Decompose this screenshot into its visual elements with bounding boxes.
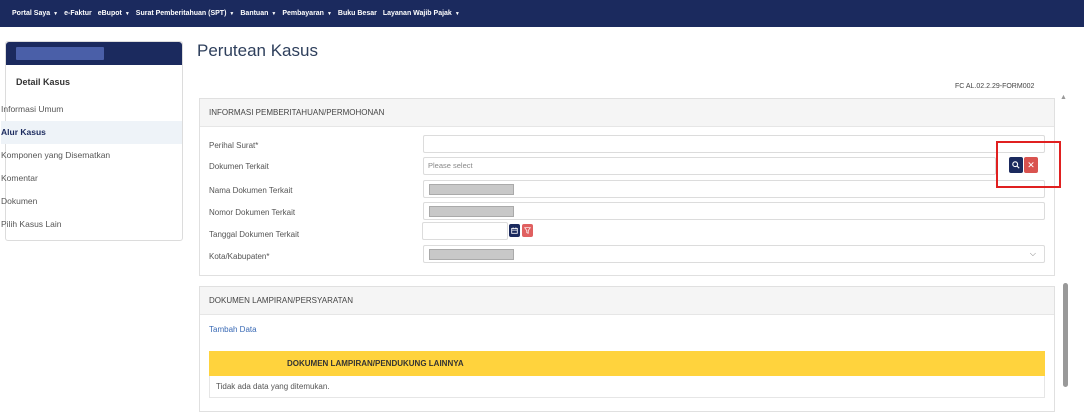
dokumen-terkait-label: Dokumen Terkait: [209, 162, 269, 171]
nav-label: Portal Saya: [12, 10, 51, 17]
sidebar-item-dokumen[interactable]: Dokumen: [1, 190, 182, 213]
calendar-icon: [511, 227, 518, 234]
nav-pembayaran[interactable]: Pembayaran ▼: [282, 10, 332, 17]
nav-label: Layanan Wajib Pajak: [382, 10, 452, 17]
caret-down-icon: ▼: [53, 10, 59, 17]
perihal-label: Perihal Surat*: [209, 141, 259, 150]
caret-down-icon: ▼: [124, 10, 130, 17]
scrollbar-thumb[interactable]: [1063, 283, 1068, 387]
tanggal-dokumen-label: Tanggal Dokumen Terkait: [209, 230, 300, 239]
redacted-value: [429, 206, 514, 217]
sidebar-menu: Informasi Umum Alur Kasus Komponen yang …: [1, 98, 182, 236]
chevron-down-icon: ⌵: [1029, 249, 1036, 258]
tanggal-dokumen-input[interactable]: [422, 222, 508, 240]
scroll-up-arrow-icon[interactable]: ▲: [1060, 94, 1067, 101]
nav-spt[interactable]: Surat Pemberitahuan (SPT) ▼: [136, 10, 235, 17]
calendar-button[interactable]: [509, 224, 520, 237]
nav-efaktur[interactable]: e-Faktur: [64, 10, 92, 17]
caret-down-icon: ▼: [229, 10, 235, 17]
info-pemberitahuan-panel: INFORMASI PEMBERITAHUAN/PERMOHONAN Perih…: [199, 98, 1055, 276]
section-title: INFORMASI PEMBERITAHUAN/PERMOHONAN: [200, 99, 1054, 127]
nama-dokumen-label: Nama Dokumen Terkait: [209, 186, 293, 195]
sidebar-item-pilih-kasus[interactable]: Pilih Kasus Lain: [1, 213, 182, 236]
nama-dokumen-field: [423, 180, 1045, 198]
redacted-value: [429, 184, 514, 195]
nav-ebupot[interactable]: eBupot ▼: [98, 10, 130, 17]
filter-clear-icon: [524, 227, 531, 234]
annotation-highlight-box: [996, 141, 1061, 188]
case-sidebar: Detail Kasus Informasi Umum Alur Kasus K…: [1, 41, 183, 241]
form-code: FC AL.02.2.29-FORM002: [955, 83, 1035, 90]
caret-down-icon: ▼: [326, 10, 332, 17]
page-title: Perutean Kasus: [197, 41, 318, 60]
sidebar-header: [6, 42, 182, 65]
nav-label: Buku Besar: [337, 10, 377, 17]
dokumen-placeholder: Please select: [428, 161, 473, 170]
kota-label: Kota/Kabupaten*: [209, 252, 270, 261]
table-header: DOKUMEN LAMPIRAN/PENDUKUNG LAINNYA: [209, 351, 1045, 376]
redacted-value: [429, 249, 514, 260]
nav-label: eBupot: [97, 10, 122, 17]
nav-portal-saya[interactable]: Portal Saya ▼: [12, 10, 58, 17]
caret-down-icon: ▼: [454, 10, 460, 17]
empty-table-message: Tidak ada data yang ditemukan.: [209, 376, 1045, 398]
clear-date-button[interactable]: [522, 224, 533, 237]
dokumen-terkait-select[interactable]: Please select: [423, 157, 996, 175]
top-navbar: Portal Saya ▼ e-Faktur eBupot ▼ Surat Pemb…: [0, 0, 1084, 27]
nav-buku-besar[interactable]: Buku Besar: [338, 10, 377, 17]
nav-bantuan[interactable]: Bantuan ▼: [240, 10, 276, 17]
redacted-case-id: [16, 47, 104, 60]
sidebar-title: Detail Kasus: [16, 77, 71, 87]
nav-layanan-wp[interactable]: Layanan Wajib Pajak ▼: [383, 10, 460, 17]
section-title: DOKUMEN LAMPIRAN/PERSYARATAN: [200, 287, 1054, 315]
nav-label: e-Faktur: [64, 10, 92, 17]
nav-label: Bantuan: [240, 10, 269, 17]
nomor-dokumen-field: [423, 202, 1045, 220]
perihal-input[interactable]: [423, 135, 1045, 153]
dokumen-lampiran-panel: DOKUMEN LAMPIRAN/PERSYARATAN Tambah Data…: [199, 286, 1055, 412]
nav-label: Pembayaran: [282, 10, 324, 17]
sidebar-item-informasi-umum[interactable]: Informasi Umum: [1, 98, 182, 121]
kota-select[interactable]: ⌵: [423, 245, 1045, 263]
tambah-data-link[interactable]: Tambah Data: [209, 325, 257, 334]
caret-down-icon: ▼: [271, 10, 277, 17]
nav-label: Surat Pemberitahuan (SPT): [135, 10, 227, 17]
sidebar-item-komentar[interactable]: Komentar: [1, 167, 182, 190]
nomor-dokumen-label: Nomor Dokumen Terkait: [209, 208, 296, 217]
sidebar-item-komponen[interactable]: Komponen yang Disematkan: [1, 144, 182, 167]
sidebar-item-alur-kasus[interactable]: Alur Kasus: [1, 121, 182, 144]
